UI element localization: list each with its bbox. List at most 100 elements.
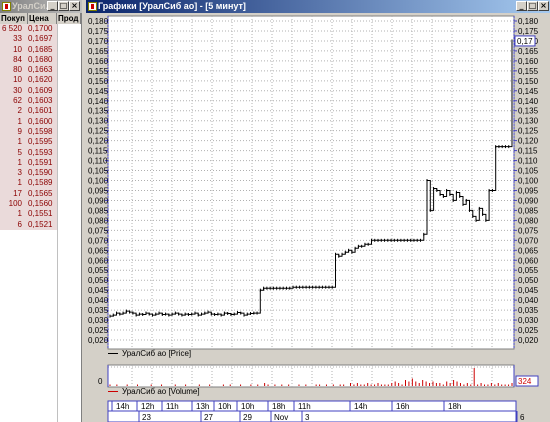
price-level: 0,1680 <box>28 54 53 64</box>
price-level: 0,1700 <box>28 24 53 33</box>
price-level: 0,1593 <box>28 147 53 157</box>
table-row[interactable]: 1 0,1595 <box>0 137 57 147</box>
price-level: 0,1620 <box>28 75 53 85</box>
y-tick-label-right: 0,075 <box>518 226 539 235</box>
table-row[interactable]: 1 0,1600 <box>0 117 57 127</box>
bid-quantity: 17 <box>13 188 22 198</box>
table-row[interactable]: 6 520 0,1700 <box>0 24 57 34</box>
y-tick-label-left: 0,085 <box>88 206 109 215</box>
y-tick-label-right: 0,175 <box>518 27 539 36</box>
maximize-icon[interactable]: □ <box>58 1 69 11</box>
volume-legend: УралСиб ао [Volume] <box>108 387 200 397</box>
y-tick-label-left: 0,055 <box>88 266 109 275</box>
y-tick-label-right: 0,110 <box>518 157 538 166</box>
y-tick-label-left: 0,145 <box>88 87 109 96</box>
y-tick-label-left: 0,030 <box>88 316 109 325</box>
chart-titlebar[interactable]: Графики [УралСиб ао] - [5 минут] _ □ × <box>86 0 550 13</box>
current-price-value: 0,17 <box>517 37 533 46</box>
table-row[interactable]: 5 0,1593 <box>0 148 57 158</box>
table-row[interactable]: 3 0,1590 <box>0 168 57 178</box>
table-row[interactable]: 1 0,1589 <box>0 178 57 188</box>
table-row[interactable]: 30 0,1609 <box>0 86 57 96</box>
y-tick-label-right: 0,085 <box>518 206 539 215</box>
y-tick-label-left: 0,035 <box>88 306 109 315</box>
column-divider <box>57 24 58 422</box>
price-level: 0,1551 <box>28 209 53 219</box>
bid-quantity: 1 <box>17 116 22 126</box>
chart-area[interactable]: 0,1800,1800,1750,1750,1700,1700,1650,165… <box>86 13 550 422</box>
price-legend-swatch <box>108 353 118 355</box>
close-icon[interactable]: × <box>69 1 80 11</box>
price-level: 0,1591 <box>28 157 53 167</box>
y-tick-label-left: 0,105 <box>88 167 109 176</box>
bid-quantity: 30 <box>13 85 22 95</box>
column-header-ask[interactable]: Прод <box>57 13 81 24</box>
bid-quantity: 3 <box>17 168 22 178</box>
date-label: 23 <box>142 413 151 422</box>
price-legend: УралСиб ао [Price] <box>108 349 191 359</box>
hour-label: 16h <box>396 402 409 411</box>
minimize-icon[interactable]: _ <box>47 1 58 11</box>
y-tick-label-right: 0,040 <box>518 296 539 305</box>
close-icon[interactable]: × <box>538 1 549 11</box>
bid-quantity: 2 <box>17 106 22 116</box>
table-row[interactable]: 6 0,1521 <box>0 220 57 230</box>
hour-label: 18h <box>448 402 461 411</box>
y-tick-label-left: 0,080 <box>88 216 109 225</box>
y-tick-label-left: 0,040 <box>88 296 109 305</box>
table-row[interactable]: 17 0,1565 <box>0 189 57 199</box>
y-tick-label-left: 0,155 <box>88 67 109 76</box>
date-label: Nov <box>274 413 288 422</box>
column-header-bid[interactable]: Покуп <box>0 13 28 24</box>
table-row[interactable]: 1 0,1551 <box>0 209 57 219</box>
table-row[interactable]: 33 0,1697 <box>0 34 57 44</box>
y-tick-label-left: 0,070 <box>88 236 109 245</box>
y-tick-label-right: 0,165 <box>518 47 539 56</box>
y-tick-label-right: 0,045 <box>518 286 539 295</box>
hour-label: 14h <box>116 402 129 411</box>
table-row[interactable]: 100 0,1560 <box>0 199 57 209</box>
bid-quantity: 10 <box>13 44 22 54</box>
y-tick-label-right: 0,135 <box>518 107 539 116</box>
hour-label: 18h <box>272 402 285 411</box>
price-level: 0,1663 <box>28 65 53 75</box>
date-label: 27 <box>204 413 213 422</box>
bid-quantity: 33 <box>13 34 22 44</box>
y-tick-label-right: 0,160 <box>518 57 539 66</box>
orderbook-titlebar[interactable]: УралСи... _ □ × <box>0 0 82 13</box>
maximize-icon[interactable]: □ <box>527 1 538 11</box>
price-level: 0,1603 <box>28 96 53 106</box>
y-tick-label-right: 0,070 <box>518 236 539 245</box>
y-tick-label-left: 0,170 <box>88 37 109 46</box>
price-level: 0,1589 <box>28 178 53 188</box>
date-label: 3 <box>305 413 310 422</box>
y-tick-label-right: 0,065 <box>518 246 539 255</box>
volume-legend-label: УралСиб ао [Volume] <box>122 387 200 396</box>
table-row[interactable]: 1 0,1591 <box>0 158 57 168</box>
volume-tick-label: 0 <box>98 377 103 386</box>
y-tick-label-right: 0,090 <box>518 196 539 205</box>
price-level: 0,1565 <box>28 188 53 198</box>
y-tick-label-left: 0,120 <box>88 137 109 146</box>
y-tick-label-right: 0,080 <box>518 216 539 225</box>
hour-label: 11h <box>298 402 311 411</box>
bid-quantity: 100 <box>8 199 22 209</box>
y-tick-label-right: 0,095 <box>518 186 539 195</box>
table-row[interactable]: 10 0,1620 <box>0 75 57 85</box>
table-row[interactable]: 84 0,1680 <box>0 55 57 65</box>
table-row[interactable]: 80 0,1663 <box>0 65 57 75</box>
y-tick-label-right: 0,050 <box>518 276 539 285</box>
table-row[interactable]: 2 0,1601 <box>0 106 57 116</box>
column-header-price[interactable]: Цена <box>28 13 57 24</box>
y-tick-label-left: 0,125 <box>88 127 109 136</box>
y-tick-label-right: 0,125 <box>518 127 539 136</box>
minimize-icon[interactable]: _ <box>516 1 527 11</box>
y-tick-label-left: 0,090 <box>88 196 109 205</box>
table-row[interactable]: 10 0,1685 <box>0 45 57 55</box>
y-tick-label-right: 0,155 <box>518 67 539 76</box>
y-tick-label-left: 0,100 <box>88 177 109 186</box>
table-row[interactable]: 9 0,1598 <box>0 127 57 137</box>
y-tick-label-right: 0,060 <box>518 256 539 265</box>
table-row[interactable]: 62 0,1603 <box>0 96 57 106</box>
orderbook-table: Покуп Цена Прод 6 520 0,1700 33 0,1697 10 0,1… <box>0 13 82 422</box>
